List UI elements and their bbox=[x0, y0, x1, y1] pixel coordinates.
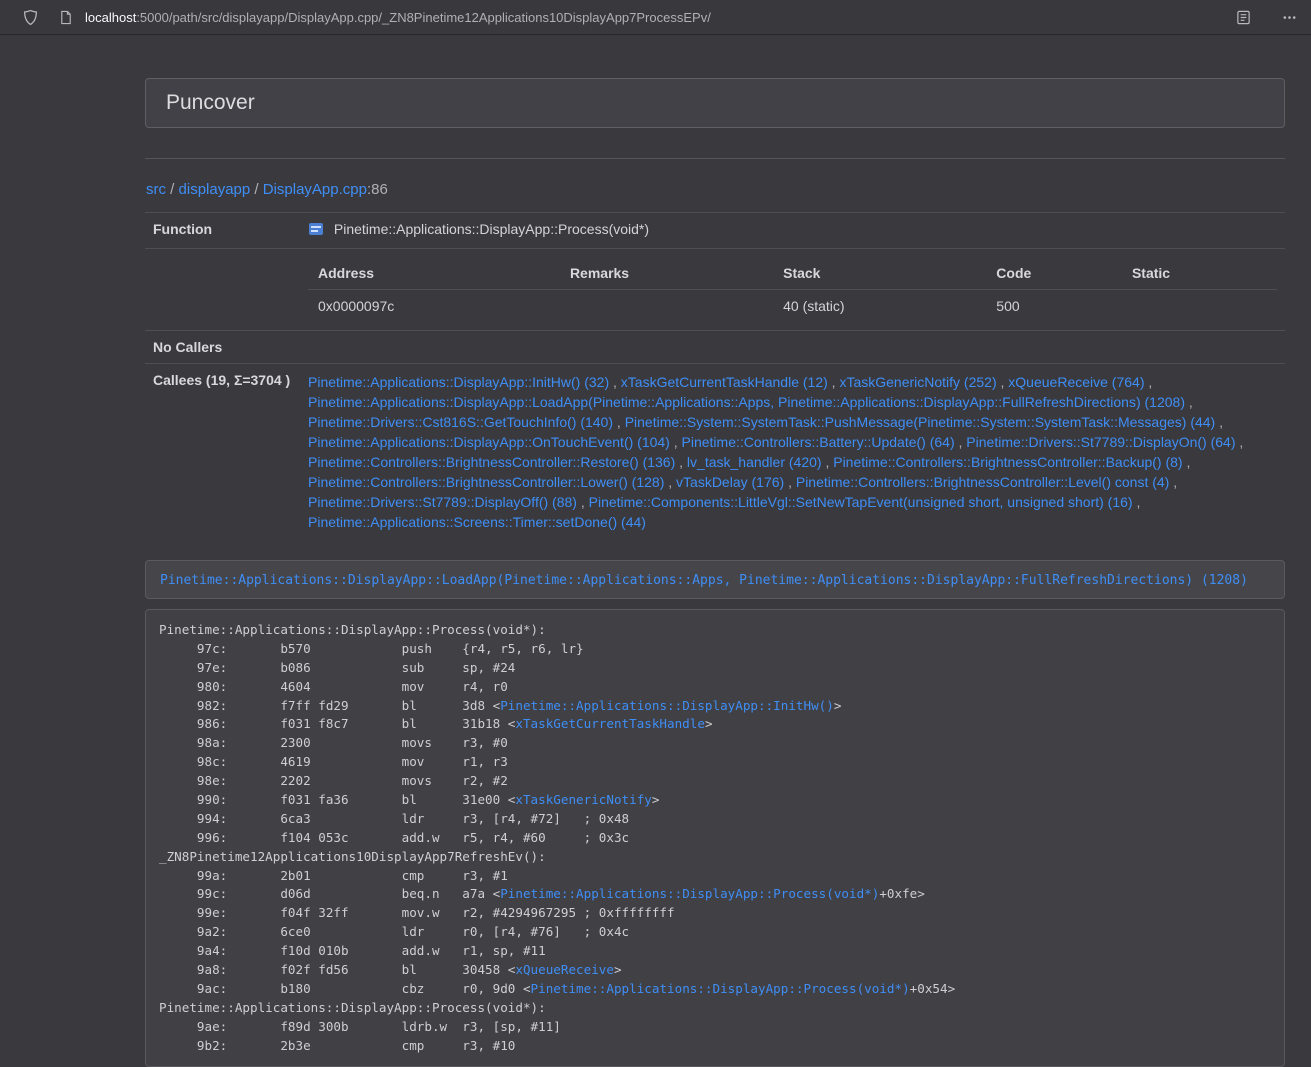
callee-separator: , bbox=[784, 474, 796, 490]
stats-value bbox=[1122, 290, 1277, 323]
breadcrumb-separator: / bbox=[166, 181, 179, 198]
callee-separator: , bbox=[664, 474, 676, 490]
callee-separator: , bbox=[613, 414, 625, 430]
callee-separator: , bbox=[1185, 394, 1193, 410]
symbol-heading-link[interactable]: Pinetime::Applications::DisplayApp::Load… bbox=[160, 573, 1248, 588]
callee-separator: , bbox=[670, 434, 682, 450]
callee-separator: , bbox=[675, 454, 687, 470]
code-symbol-link[interactable]: Pinetime::Applications::DisplayApp::Proc… bbox=[531, 981, 910, 996]
code-symbol-link[interactable]: Pinetime::Applications::DisplayApp::Proc… bbox=[500, 886, 879, 901]
symbol-table: Function Pinetime::Applications::Display… bbox=[145, 212, 1285, 540]
code-symbol-link[interactable]: xQueueReceive bbox=[515, 962, 614, 977]
callee-separator: , bbox=[1133, 494, 1141, 510]
code-symbol-link[interactable]: xTaskGetCurrentTaskHandle bbox=[515, 716, 705, 731]
callee-separator: , bbox=[1169, 474, 1177, 490]
code-symbol-link[interactable]: xTaskGenericNotify bbox=[515, 792, 651, 807]
callee-link[interactable]: Pinetime::Applications::DisplayApp::Init… bbox=[308, 374, 609, 390]
stats-table: AddressRemarksStackCodeStatic 0x0000097c… bbox=[308, 257, 1277, 322]
callee-link[interactable]: Pinetime::Drivers::St7789::DisplayOn() (… bbox=[966, 434, 1235, 450]
function-icon bbox=[308, 221, 324, 240]
callee-link[interactable]: Pinetime::Controllers::BrightnessControl… bbox=[308, 474, 664, 490]
url-path: :5000/path/src/displayapp/DisplayApp.cpp… bbox=[136, 10, 711, 25]
page-actions-menu-icon[interactable] bbox=[1277, 5, 1301, 29]
callee-link[interactable]: vTaskDelay (176) bbox=[676, 474, 784, 490]
callee-link[interactable]: xQueueReceive (764) bbox=[1008, 374, 1144, 390]
callee-separator: , bbox=[955, 434, 967, 450]
callee-link[interactable]: Pinetime::System::SystemTask::PushMessag… bbox=[625, 414, 1216, 430]
breadcrumb: src / displayapp / DisplayApp.cpp:86 bbox=[146, 181, 1285, 198]
stats-header-remarks: Remarks bbox=[560, 257, 773, 290]
no-callers-label: No Callers bbox=[145, 331, 300, 364]
breadcrumb-link[interactable]: displayapp bbox=[179, 181, 251, 198]
app-title: Puncover bbox=[166, 91, 1264, 115]
callee-link[interactable]: xTaskGenericNotify (252) bbox=[839, 374, 996, 390]
callee-separator: , bbox=[1144, 374, 1152, 390]
reader-view-icon[interactable] bbox=[1231, 5, 1255, 29]
callee-link[interactable]: Pinetime::Applications::DisplayApp::OnTo… bbox=[308, 434, 670, 450]
no-callers-row: No Callers bbox=[145, 331, 1285, 364]
disassembly-code[interactable]: Pinetime::Applications::DisplayApp::Proc… bbox=[145, 609, 1285, 1067]
callee-separator: , bbox=[1183, 454, 1191, 470]
browser-toolbar: localhost:5000/path/src/displayapp/Displ… bbox=[0, 0, 1311, 35]
breadcrumb-link[interactable]: DisplayApp.cpp bbox=[263, 181, 367, 198]
stats-value bbox=[560, 290, 773, 323]
stats-row-label bbox=[145, 249, 300, 331]
callee-separator: , bbox=[1215, 414, 1223, 430]
callees-list: Pinetime::Applications::DisplayApp::Init… bbox=[308, 372, 1277, 532]
function-name: Pinetime::Applications::DisplayApp::Proc… bbox=[334, 221, 649, 237]
code-symbol-link[interactable]: Pinetime::Applications::DisplayApp::Init… bbox=[500, 698, 834, 713]
callees-row: Callees (19, Σ=3704 ) Pinetime::Applicat… bbox=[145, 364, 1285, 541]
callee-link[interactable]: lv_task_handler (420) bbox=[687, 454, 822, 470]
stats-header-stack: Stack bbox=[773, 257, 986, 290]
stats-value: 0x0000097c bbox=[308, 290, 560, 323]
breadcrumb-link[interactable]: src bbox=[146, 181, 166, 198]
function-row: Function Pinetime::Applications::Display… bbox=[145, 213, 1285, 249]
tracking-protection-shield-icon[interactable] bbox=[18, 5, 42, 29]
callee-link[interactable]: Pinetime::Drivers::Cst816S::GetTouchInfo… bbox=[308, 414, 613, 430]
callee-link[interactable]: Pinetime::Controllers::BrightnessControl… bbox=[833, 454, 1182, 470]
divider bbox=[145, 158, 1285, 159]
stats-value: 40 (static) bbox=[773, 290, 986, 323]
breadcrumb-separator: / bbox=[250, 181, 263, 198]
callees-label: Callees (19, Σ=3704 ) bbox=[145, 364, 300, 541]
stats-row: AddressRemarksStackCodeStatic 0x0000097c… bbox=[145, 249, 1285, 331]
callee-link[interactable]: Pinetime::Components::LittleVgl::SetNewT… bbox=[589, 494, 1133, 510]
stats-header-address: Address bbox=[308, 257, 560, 290]
stats-value-row: 0x0000097c 40 (static)500 bbox=[308, 290, 1277, 323]
url-bar[interactable]: localhost:5000/path/src/displayapp/Displ… bbox=[85, 10, 711, 25]
callee-link[interactable]: Pinetime::Applications::Screens::Timer::… bbox=[308, 514, 646, 530]
page-info-icon[interactable] bbox=[54, 5, 78, 29]
stats-header-row: AddressRemarksStackCodeStatic bbox=[308, 257, 1277, 290]
callee-link[interactable]: Pinetime::Controllers::BrightnessControl… bbox=[308, 454, 675, 470]
callee-link[interactable]: xTaskGetCurrentTaskHandle (12) bbox=[621, 374, 828, 390]
stats-header-static: Static bbox=[1122, 257, 1277, 290]
url-host: localhost bbox=[85, 10, 136, 25]
stats-header-code: Code bbox=[986, 257, 1122, 290]
breadcrumb-text: :86 bbox=[367, 181, 388, 198]
callee-link[interactable]: Pinetime::Applications::DisplayApp::Load… bbox=[308, 394, 1185, 410]
function-label: Function bbox=[145, 213, 300, 249]
stats-value: 500 bbox=[986, 290, 1122, 323]
callers-cell bbox=[300, 331, 1285, 364]
callee-link[interactable]: Pinetime::Drivers::St7789::DisplayOff() … bbox=[308, 494, 577, 510]
callee-link[interactable]: Pinetime::Controllers::Battery::Update()… bbox=[682, 434, 955, 450]
callee-separator: , bbox=[828, 374, 840, 390]
callee-separator: , bbox=[822, 454, 834, 470]
callee-separator: , bbox=[1236, 434, 1244, 450]
app-header-panel: Puncover bbox=[145, 78, 1285, 128]
callee-separator: , bbox=[609, 374, 621, 390]
symbol-heading-panel: Pinetime::Applications::DisplayApp::Load… bbox=[145, 560, 1285, 599]
callee-link[interactable]: Pinetime::Controllers::BrightnessControl… bbox=[796, 474, 1169, 490]
callee-separator: , bbox=[997, 374, 1009, 390]
content: Puncover src / displayapp / DisplayApp.c… bbox=[145, 78, 1285, 1067]
callee-separator: , bbox=[577, 494, 589, 510]
